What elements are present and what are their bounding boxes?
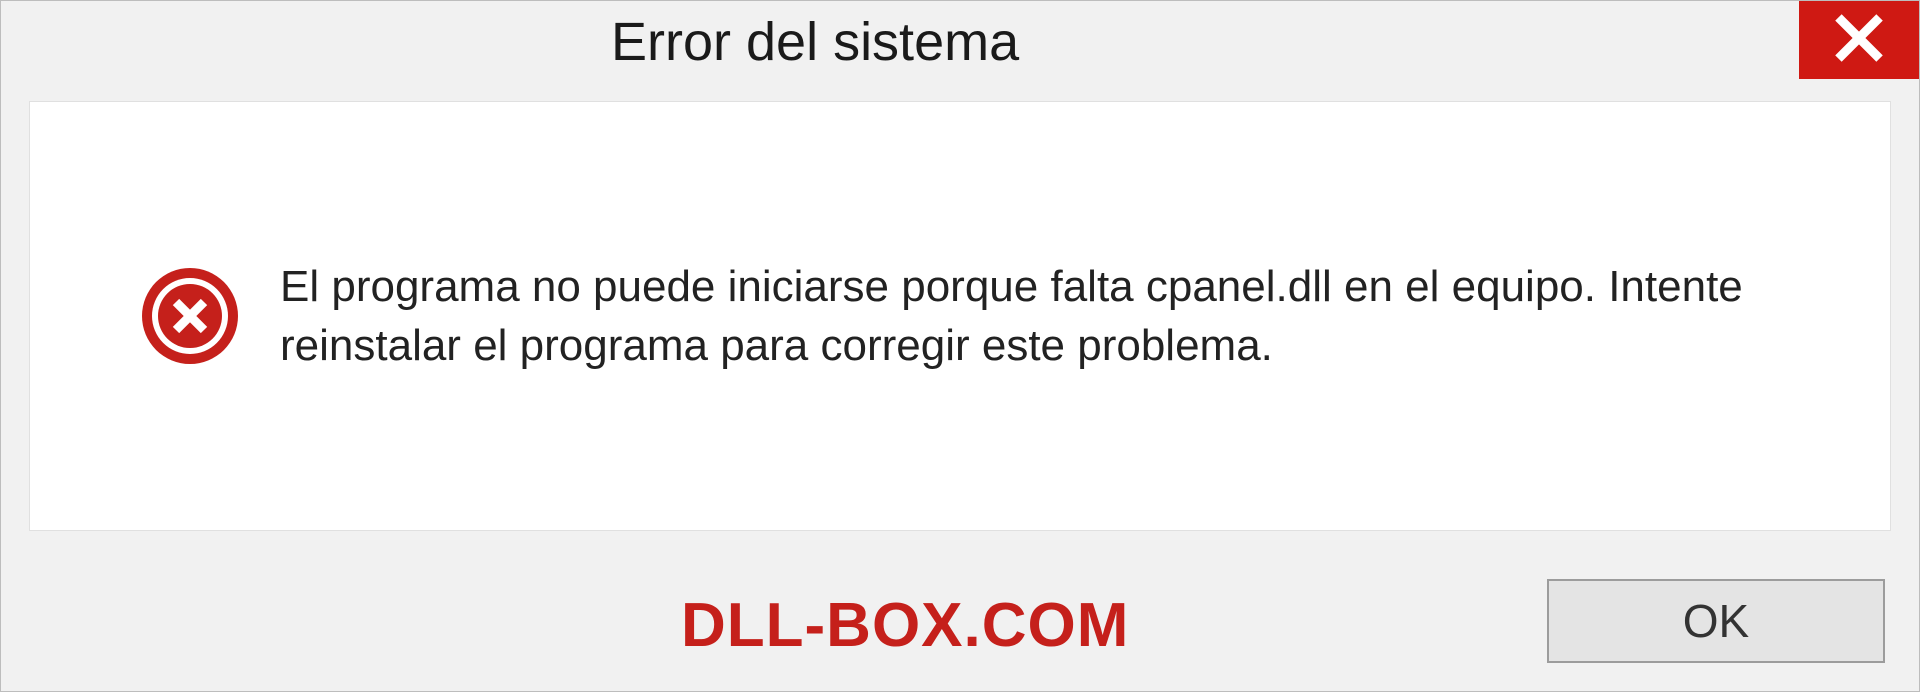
- watermark-text: DLL-BOX.COM: [681, 590, 1129, 661]
- error-message: El programa no puede iniciarse porque fa…: [280, 257, 1820, 376]
- dialog-footer: DLL-BOX.COM OK: [1, 551, 1919, 691]
- close-icon: [1833, 12, 1885, 69]
- content-panel: El programa no puede iniciarse porque fa…: [29, 101, 1891, 531]
- ok-button[interactable]: OK: [1547, 579, 1885, 663]
- error-icon: [140, 266, 240, 366]
- error-dialog: Error del sistema El programa no puede i…: [0, 0, 1920, 692]
- titlebar: Error del sistema: [1, 1, 1919, 91]
- dialog-title: Error del sistema: [611, 11, 1019, 73]
- close-button[interactable]: [1799, 1, 1919, 79]
